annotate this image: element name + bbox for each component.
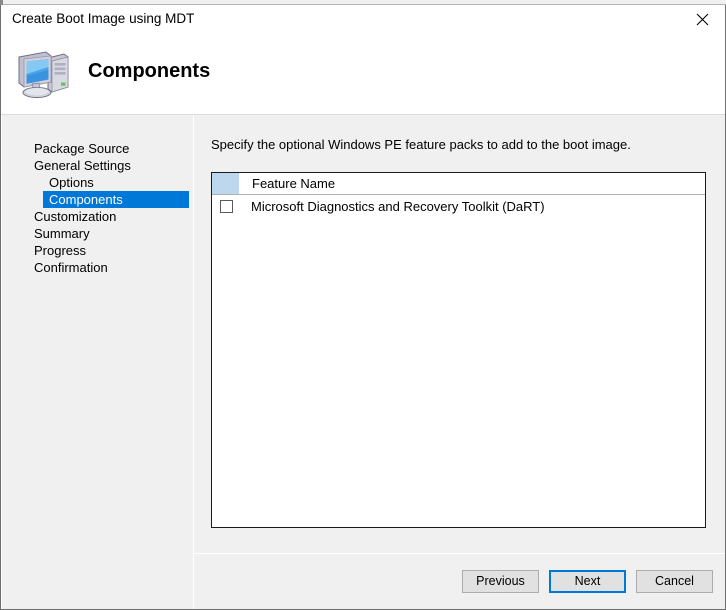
sidebar-item-label: Customization: [34, 209, 117, 224]
sidebar-item-components[interactable]: Components: [2, 191, 193, 208]
sidebar-item-customization[interactable]: Customization: [2, 208, 193, 225]
sidebar-item-label: Summary: [34, 226, 90, 241]
feature-name-header-cell[interactable]: Feature Name: [240, 173, 705, 194]
feature-name-cell: Microsoft Diagnostics and Recovery Toolk…: [251, 198, 545, 214]
sidebar-item-label: General Settings: [34, 158, 131, 173]
sidebar-item-general-settings[interactable]: General Settings: [2, 157, 193, 174]
footer-separator: [194, 553, 725, 554]
sidebar-item-confirmation[interactable]: Confirmation: [2, 259, 193, 276]
sidebar-item-summary[interactable]: Summary: [2, 225, 193, 242]
cancel-button[interactable]: Cancel: [636, 570, 713, 593]
dialog-button-bar: Previous Next Cancel: [462, 570, 713, 593]
sidebar-item-label: Options: [49, 175, 94, 190]
close-button[interactable]: [679, 5, 725, 33]
sidebar-item-label: Components: [49, 192, 123, 207]
content-panel: Specify the optional Windows PE feature …: [194, 115, 725, 609]
sidebar-item-progress[interactable]: Progress: [2, 242, 193, 259]
wizard-banner: Components: [1, 33, 725, 115]
wizard-step-sidebar: Package Source General Settings Options …: [2, 115, 193, 609]
table-header-row: Feature Name: [212, 173, 705, 195]
sidebar-item-label: Progress: [34, 243, 87, 258]
row-checkbox-cell[interactable]: [212, 199, 240, 213]
page-title: Components: [88, 60, 211, 82]
sidebar-item-options[interactable]: Options: [2, 174, 193, 191]
table-row[interactable]: Microsoft Diagnostics and Recovery Toolk…: [212, 195, 705, 217]
close-icon: [696, 13, 708, 25]
title-bar: Create Boot Image using MDT: [1, 5, 725, 33]
step-list: Package Source General Settings Options …: [2, 140, 193, 276]
computer-icon: [18, 51, 69, 98]
feature-packs-list[interactable]: Feature Name Microsoft Diagnostics and R…: [211, 172, 706, 528]
next-button[interactable]: Next: [549, 570, 626, 593]
previous-button[interactable]: Previous: [462, 570, 539, 593]
wizard-dialog: Create Boot Image using MDT Components P…: [0, 5, 726, 610]
sidebar-item-label: Package Source: [34, 141, 130, 156]
sidebar-item-package-source[interactable]: Package Source: [2, 140, 193, 157]
dart-feature-checkbox[interactable]: [219, 199, 233, 213]
sidebar-item-label: Confirmation: [34, 260, 108, 275]
select-all-header-cell[interactable]: [212, 173, 240, 194]
create-boot-image-dialog-screen: Create Boot Image using MDT Components P…: [0, 0, 726, 610]
instruction-text: Specify the optional Windows PE feature …: [211, 137, 631, 152]
window-title: Create Boot Image using MDT: [12, 11, 195, 26]
